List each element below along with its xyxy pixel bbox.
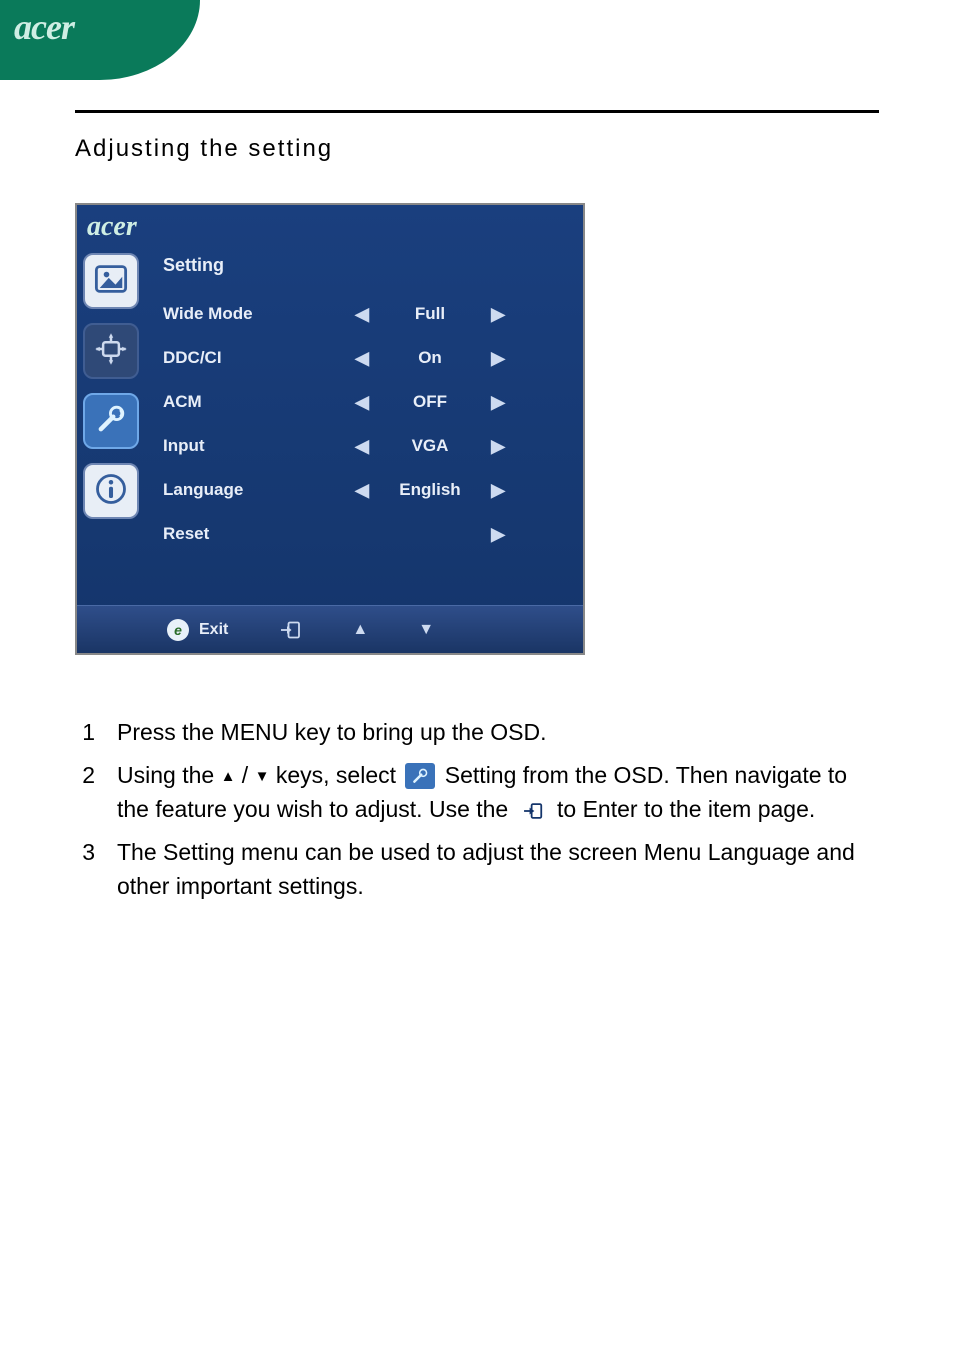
arrow-right-icon[interactable]: ▶ — [485, 524, 511, 545]
arrow-right-icon[interactable]: ▶ — [485, 480, 511, 501]
osd-row-value: OFF — [375, 392, 485, 412]
info-icon — [93, 471, 129, 512]
osd-tab-information[interactable] — [83, 463, 139, 519]
arrow-left-icon[interactable]: ◀ — [349, 392, 375, 413]
setting-icon — [93, 401, 129, 442]
instruction-number: 3 — [75, 835, 95, 904]
osd-row-value: English — [375, 480, 485, 500]
instruction-text: Using the ▲ / ▼ keys, select Setting fro… — [117, 758, 879, 827]
osd-row-wide-mode[interactable]: Wide Mode ◀ Full ▶ — [159, 292, 565, 336]
instruction-number: 2 — [75, 758, 95, 827]
triangle-up-icon: ▲ — [352, 621, 368, 639]
osd-row-input[interactable]: Input ◀ VGA ▶ — [159, 424, 565, 468]
osd-body: Setting Wide Mode ◀ Full ▶ DDC/CI ◀ On ▶… — [77, 245, 583, 605]
text-fragment: to Enter to the item page. — [551, 796, 816, 822]
osd-exit-button[interactable]: e Exit — [167, 619, 228, 641]
enter-icon — [518, 799, 548, 823]
osd-tab-picture[interactable] — [83, 253, 139, 309]
osd-tab-setting[interactable] — [83, 393, 139, 449]
triangle-down-icon: ▼ — [255, 768, 270, 785]
osd-row-language[interactable]: Language ◀ English ▶ — [159, 468, 565, 512]
arrow-right-icon[interactable]: ▶ — [485, 348, 511, 369]
osd-row-ddcci[interactable]: DDC/CI ◀ On ▶ — [159, 336, 565, 380]
osd-row-label: Wide Mode — [159, 304, 349, 324]
triangle-down-icon: ▼ — [418, 621, 434, 639]
osd-heading: Setting — [163, 255, 565, 276]
instruction-number: 1 — [75, 715, 95, 750]
instruction-item: 3 The Setting menu can be used to adjust… — [75, 835, 879, 904]
osd-row-label: DDC/CI — [159, 348, 349, 368]
osd-brand-text: acer — [87, 211, 137, 242]
instruction-item: 2 Using the ▲ / ▼ keys, select Setting f… — [75, 758, 879, 827]
instruction-list: 1 Press the MENU key to bring up the OSD… — [75, 715, 879, 904]
osd-row-label: ACM — [159, 392, 349, 412]
arrow-left-icon[interactable]: ◀ — [349, 436, 375, 457]
instruction-item: 1 Press the MENU key to bring up the OSD… — [75, 715, 879, 750]
arrow-right-icon[interactable]: ▶ — [485, 436, 511, 457]
instruction-text: The Setting menu can be used to adjust t… — [117, 835, 879, 904]
osd-header: acer — [77, 205, 583, 245]
arrow-left-icon[interactable]: ◀ — [349, 304, 375, 325]
picture-icon — [93, 261, 129, 302]
osd-panel: acer — [75, 203, 585, 655]
section-title: Adjusting the setting — [75, 135, 879, 163]
osd-row-value: On — [375, 348, 485, 368]
arrow-right-icon[interactable]: ▶ — [485, 304, 511, 325]
osd-exit-label: Exit — [199, 621, 228, 639]
text-fragment: / — [235, 762, 254, 788]
osd-row-label: Language — [159, 480, 349, 500]
instruction-text: Press the MENU key to bring up the OSD. — [117, 715, 879, 750]
setting-icon — [405, 763, 435, 789]
osd-footer: e Exit ▲ ▼ — [77, 605, 583, 653]
osd-row-reset[interactable]: Reset ▶ — [159, 512, 565, 556]
empowering-icon: e — [167, 619, 189, 641]
text-fragment: Using the — [117, 762, 221, 788]
osd-settings-list: Setting Wide Mode ◀ Full ▶ DDC/CI ◀ On ▶… — [151, 245, 583, 605]
position-icon — [93, 331, 129, 372]
osd-tab-osd[interactable] — [83, 323, 139, 379]
arrow-right-icon[interactable]: ▶ — [485, 392, 511, 413]
osd-row-label: Reset — [159, 524, 349, 544]
osd-tab-strip — [77, 245, 151, 605]
horizontal-rule — [75, 110, 879, 113]
brand-logo-text: acer — [14, 6, 74, 48]
page-content: Adjusting the setting acer — [0, 0, 954, 904]
osd-row-label: Input — [159, 436, 349, 456]
osd-enter-button[interactable] — [278, 618, 302, 642]
osd-row-value: VGA — [375, 436, 485, 456]
text-fragment: keys, select — [269, 762, 402, 788]
enter-icon — [278, 618, 302, 642]
arrow-left-icon[interactable]: ◀ — [349, 348, 375, 369]
osd-down-button[interactable]: ▼ — [418, 621, 434, 639]
osd-row-acm[interactable]: ACM ◀ OFF ▶ — [159, 380, 565, 424]
triangle-up-icon: ▲ — [221, 768, 236, 785]
arrow-left-icon[interactable]: ◀ — [349, 480, 375, 501]
osd-up-button[interactable]: ▲ — [352, 621, 368, 639]
osd-row-value: Full — [375, 304, 485, 324]
